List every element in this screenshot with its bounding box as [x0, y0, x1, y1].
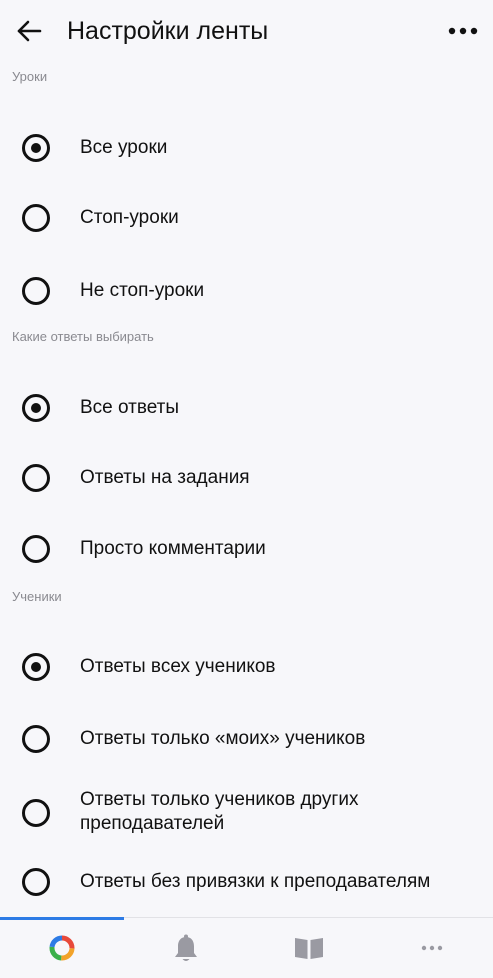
radio-button[interactable] — [22, 204, 50, 232]
radio-button[interactable] — [22, 725, 50, 753]
radio-button[interactable] — [22, 535, 50, 563]
section-label-students: Ученики — [12, 589, 62, 604]
radio-option-all-answers[interactable]: Все ответы — [0, 380, 493, 436]
radio-option-no-teacher-binding[interactable]: Ответы без привязки к преподавателям — [0, 854, 493, 910]
radio-option-other-teachers-students[interactable]: Ответы только учеников других преподават… — [0, 782, 493, 844]
radio-option-my-students[interactable]: Ответы только «моих» учеников — [0, 711, 493, 767]
radio-option-all-lessons[interactable]: Все уроки — [0, 120, 493, 176]
radio-button[interactable] — [22, 277, 50, 305]
tab-more[interactable] — [370, 918, 493, 978]
radio-button[interactable] — [22, 868, 50, 896]
option-label: Все уроки — [80, 137, 168, 158]
option-label: Ответы на задания — [80, 467, 250, 488]
option-label: Ответы без привязки к преподавателям — [80, 871, 431, 892]
radio-option-just-comments[interactable]: Просто комментарии — [0, 521, 493, 577]
radio-button-checked[interactable] — [22, 134, 50, 162]
header: Настройки ленты — [0, 0, 493, 62]
tab-notifications[interactable] — [124, 918, 247, 978]
radio-option-non-stop-lessons[interactable]: Не стоп-уроки — [0, 263, 493, 319]
book-icon — [294, 938, 323, 959]
section-label-lessons: Уроки — [12, 69, 48, 84]
option-label: Все ответы — [80, 397, 180, 418]
radio-option-task-answers[interactable]: Ответы на задания — [0, 450, 493, 506]
option-label: Ответы всех учеников — [80, 656, 276, 677]
option-label: Просто комментарии — [80, 538, 266, 559]
option-label: Стоп-уроки — [80, 207, 179, 228]
bell-icon — [174, 934, 197, 961]
option-label: Ответы только учеников других преподават… — [80, 789, 359, 834]
back-button[interactable] — [12, 14, 46, 48]
radio-option-all-students[interactable]: Ответы всех учеников — [0, 639, 493, 695]
radio-button-checked[interactable] — [22, 653, 50, 681]
radio-option-stop-lessons[interactable]: Стоп-уроки — [0, 190, 493, 246]
option-label: Не стоп-уроки — [80, 280, 205, 301]
more-horizontal-icon — [448, 27, 478, 35]
tab-library[interactable] — [247, 918, 370, 978]
radio-button-checked[interactable] — [22, 394, 50, 422]
radio-button[interactable] — [22, 799, 50, 827]
arrow-left-icon — [17, 20, 42, 42]
feed-ring-icon — [49, 935, 74, 961]
option-label: Ответы только «моих» учеников — [80, 728, 366, 749]
more-dots-icon — [421, 945, 442, 951]
radio-button[interactable] — [22, 464, 50, 492]
bottom-tab-bar — [0, 917, 493, 978]
page-title: Настройки ленты — [67, 17, 269, 45]
more-options-button[interactable] — [443, 14, 483, 48]
tab-feed[interactable] — [0, 918, 123, 978]
section-label-answers: Какие ответы выбирать — [12, 329, 154, 344]
